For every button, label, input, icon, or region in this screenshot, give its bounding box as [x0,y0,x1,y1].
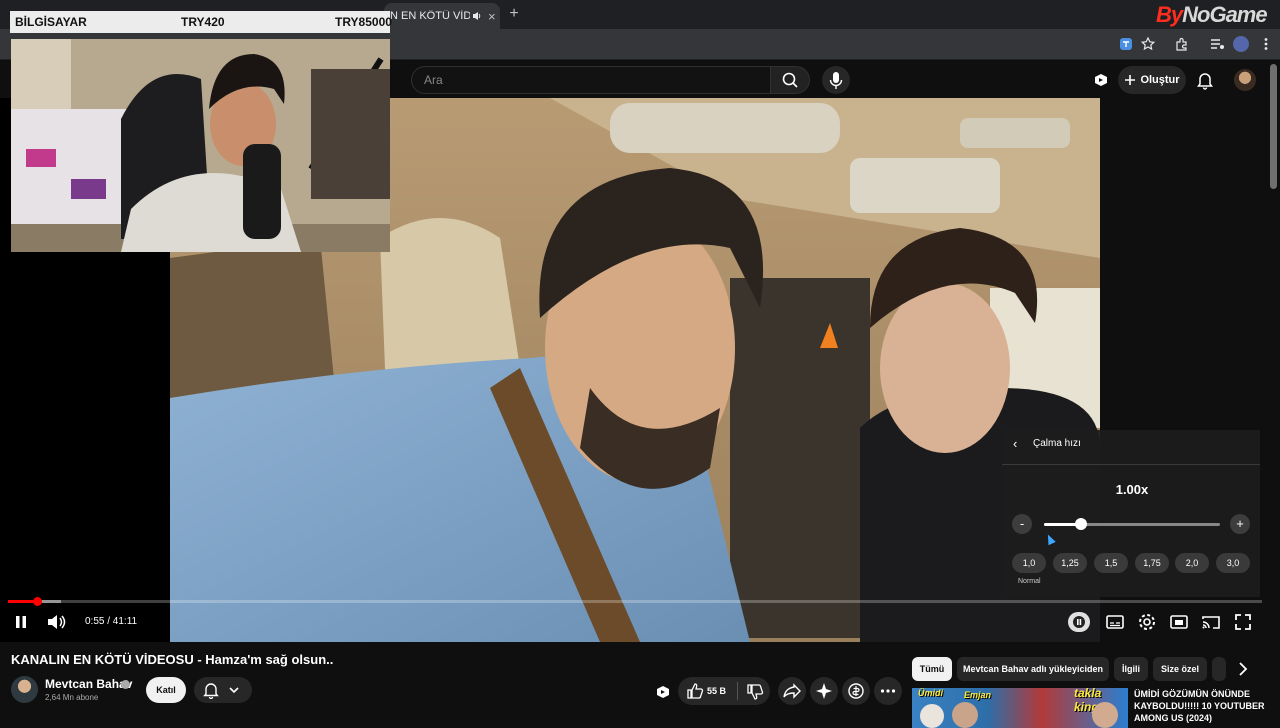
stream-donation-min: TRY420 [181,15,225,29]
plus-icon [1125,75,1136,85]
premium-badge-icon[interactable] [654,683,672,701]
fullscreen-icon[interactable] [1232,611,1254,633]
recommended-title[interactable]: ÜMİDİ GÖZÜMÜN ÖNÜNDE KAYBOLDU!!!!! 10 YO… [1134,688,1270,724]
verified-badge-icon [121,680,130,689]
like-count: 55 B [707,686,727,696]
speed-chip-2-0[interactable]: 2,0 [1175,553,1209,573]
chip-from-uploader[interactable]: Mevtcan Bahav adlı yükleyiciden [957,657,1109,681]
speed-chip-1-0[interactable]: 1,0 [1012,553,1046,573]
autoplay-icon [1073,616,1085,628]
sparkle-icon [816,683,832,699]
like-icon[interactable] [686,682,704,700]
search-placeholder: Ara [424,73,443,87]
like-divider [737,682,738,700]
channel-avatar[interactable] [11,676,38,703]
speed-panel-divider [1002,464,1260,465]
speed-chip-1-25[interactable]: 1,25 [1053,553,1087,573]
speed-chip-1-75[interactable]: 1,75 [1135,553,1169,573]
translate-icon[interactable] [1118,36,1134,52]
more-horizontal-icon [880,689,896,693]
chip-overflow[interactable] [1212,657,1226,681]
share-icon [783,683,801,699]
thumb-text-1: Ümidi [918,688,944,698]
speed-chip-3-0[interactable]: 3,0 [1216,553,1250,573]
speed-normal-label: Normal [1018,578,1041,585]
search-button[interactable] [770,66,810,94]
join-button[interactable]: Katıl [146,677,186,703]
chip-related[interactable]: İlgili [1114,657,1148,681]
browser-tab[interactable]: N EN KÖTÜ VİDEOS × [384,3,500,29]
tab-title: N EN KÖTÜ VİDEOS [390,10,470,22]
create-label: Oluştur [1140,74,1180,86]
pause-icon[interactable] [10,611,32,633]
miniplayer-icon[interactable] [1168,611,1190,633]
stream-category: BİLGİSAYAR [15,15,87,29]
youtube-premium-icon[interactable] [1092,71,1110,89]
speed-increase-button[interactable]: + [1230,514,1250,534]
video-title: KANALIN EN KÖTÜ VİDEOSU - Hamza'm sağ ol… [11,652,334,667]
settings-gear-icon[interactable] [1136,611,1158,633]
share-button[interactable] [778,677,806,705]
speed-chip-1-5[interactable]: 1,5 [1094,553,1128,573]
new-tab-button[interactable]: + [505,5,523,23]
stream-donation-goal: TRY85000 [335,15,392,29]
bell-icon [203,683,219,699]
bookmark-star-icon[interactable] [1140,36,1156,52]
notifications-bell-icon[interactable] [1196,70,1214,90]
microphone-icon [829,72,843,89]
subtitles-icon[interactable] [1104,611,1126,633]
account-avatar[interactable] [1234,69,1256,91]
thumb-face-2 [952,702,978,728]
search-input[interactable] [411,66,771,94]
recommended-thumbnail[interactable]: Ümidi Emjan takla king [912,688,1128,728]
chevron-down-icon [229,687,239,694]
search-icon [782,72,798,88]
dislike-icon[interactable] [746,683,764,701]
cast-icon[interactable] [1200,611,1222,633]
logo-by: By [1156,2,1183,27]
page-scrollbar[interactable] [1270,64,1277,189]
streamer-logo: ByNoGame [1156,2,1268,28]
speed-panel-title: Çalma hızı [1033,438,1081,449]
webcam-image [11,39,390,252]
thumb-face-1 [920,704,944,728]
chevron-right-icon[interactable] [1232,658,1254,680]
profile-avatar[interactable] [1233,36,1249,52]
progress-scrubber[interactable] [32,597,42,606]
media-controls-icon[interactable] [1209,36,1225,52]
more-actions-button[interactable] [874,677,902,705]
subscriber-count: 2,64 Mn abone [45,693,99,702]
speed-value: 1.00x [1115,482,1149,497]
voice-search-button[interactable] [822,66,850,94]
chip-all[interactable]: Tümü [912,657,952,681]
webcam-overlay [11,39,390,252]
channel-name[interactable]: Mevtcan Bahav [45,677,132,691]
kebab-menu-icon[interactable] [1258,36,1274,52]
back-chevron-icon[interactable]: ‹ [1013,436,1017,451]
create-button[interactable]: Oluştur [1118,66,1186,94]
speed-slider-handle[interactable] [1074,518,1087,530]
volume-icon[interactable] [45,611,67,633]
extensions-icon[interactable] [1174,36,1190,52]
logo-nogame: NoGame [1182,2,1267,27]
autoplay-toggle[interactable] [1068,612,1090,632]
time-display: 0:55 / 41:11 [85,616,138,627]
thumb-text-2: Emjan [964,690,992,700]
donate-icon [848,683,864,699]
subscribe-notification-button[interactable] [194,677,252,703]
speaker-icon[interactable] [472,11,482,21]
close-tab-icon[interactable]: × [488,9,496,24]
ask-ai-button[interactable] [810,677,838,705]
speed-decrease-button[interactable]: - [1012,514,1032,534]
chip-for-you[interactable]: Size özel [1153,657,1207,681]
thumb-face-3 [1092,702,1118,728]
stream-info-bar: BİLGİSAYAR TRY420 TRY85000 [10,11,392,33]
progress-bar[interactable] [8,600,1262,603]
thanks-button[interactable] [842,677,870,705]
